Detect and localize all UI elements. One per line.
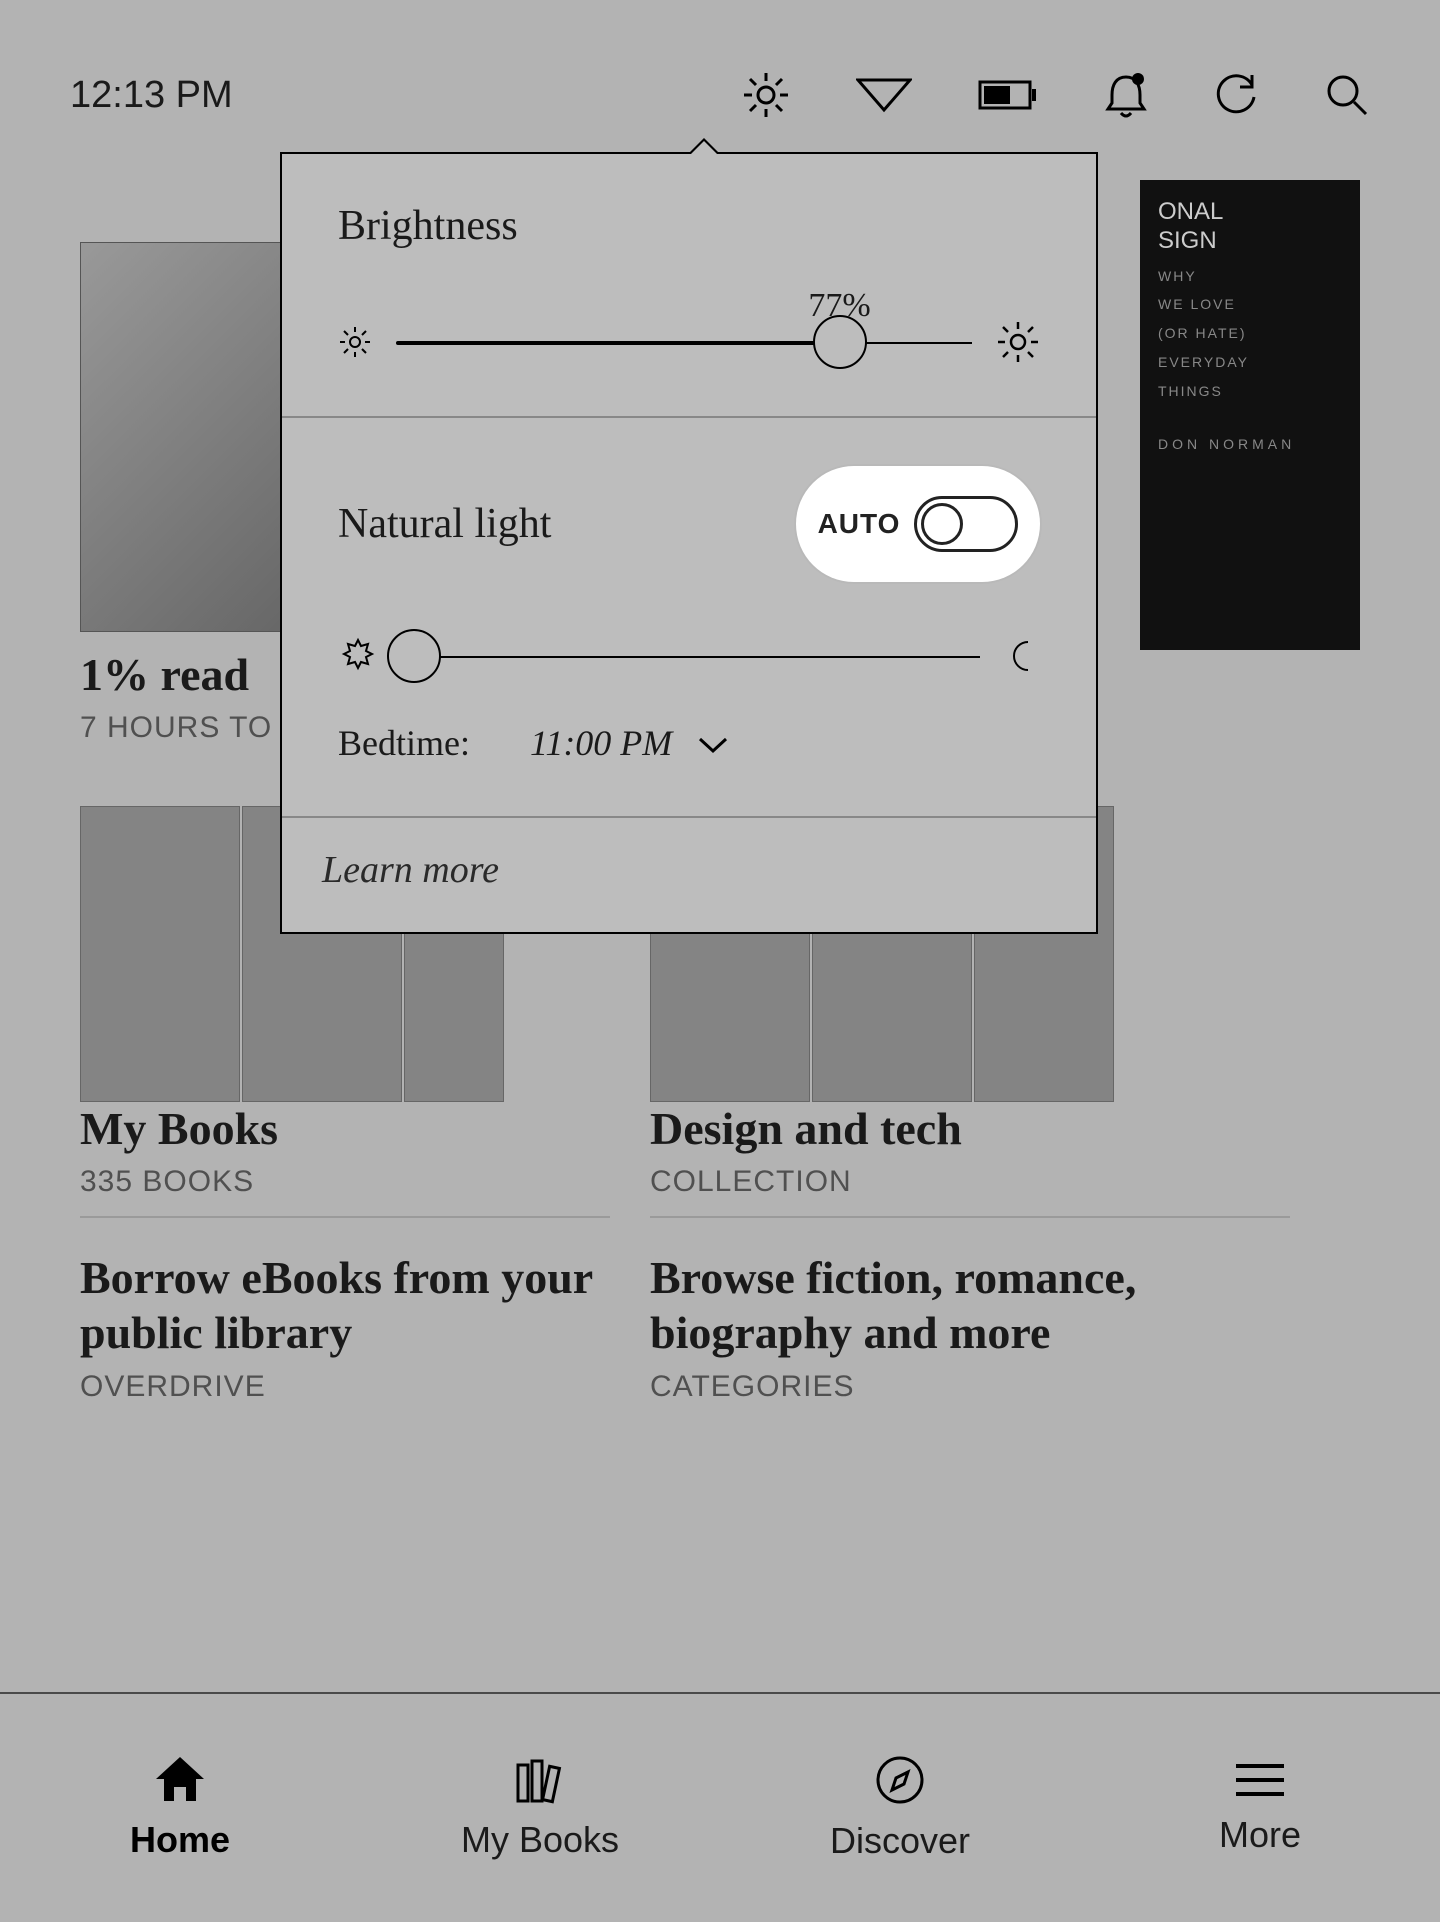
bottom-nav: Home My Books Discover Mor: [0, 1692, 1440, 1922]
brightness-section: Brightness 77%: [282, 154, 1096, 416]
status-bar: 12:13 PM: [0, 60, 1440, 130]
nav-label: My Books: [461, 1819, 619, 1861]
wifi-icon[interactable]: [856, 76, 912, 114]
clock: 12:13 PM: [70, 74, 233, 117]
bg-cover-sub: EVERYDAY: [1158, 354, 1342, 371]
brightness-icon[interactable]: [742, 71, 790, 119]
card-subtitle: OVERDRIVE: [80, 1370, 610, 1404]
chevron-down-icon: [698, 722, 728, 764]
nav-discover[interactable]: Discover: [720, 1694, 1080, 1922]
sun-large-icon: [996, 320, 1040, 364]
slider-track[interactable]: 77%: [396, 341, 972, 344]
bg-cover-author: DON NORMAN: [1158, 436, 1342, 453]
slider-track[interactable]: [402, 655, 980, 658]
toggle-switch[interactable]: [914, 496, 1018, 552]
book-cover-current[interactable]: [80, 242, 300, 632]
battery-icon[interactable]: [978, 78, 1038, 112]
nav-home[interactable]: Home: [0, 1694, 360, 1922]
sun-outline-icon: [338, 636, 378, 676]
book-cover-background: ONAL SIGN WHY WE LOVE (OR HATE) EVERYDAY…: [1140, 180, 1360, 650]
bg-cover-line: SIGN: [1158, 227, 1342, 256]
natural-light-section: Natural light AUTO: [282, 418, 1096, 816]
divider: [650, 1216, 1290, 1218]
slider-line: [402, 656, 980, 658]
compass-icon: [874, 1754, 926, 1806]
slider-thumb[interactable]: [813, 315, 867, 369]
sync-icon[interactable]: [1214, 73, 1258, 117]
slider-thumb[interactable]: [387, 629, 441, 683]
collection-subtitle: COLLECTION: [650, 1165, 962, 1199]
nav-my-books[interactable]: My Books: [360, 1694, 720, 1922]
moon-icon: [1004, 638, 1040, 674]
card-title-line: public library: [80, 1305, 610, 1360]
menu-icon: [1232, 1760, 1288, 1800]
learn-more-link[interactable]: Learn more: [282, 818, 1096, 932]
learn-more-label: Learn more: [322, 849, 499, 891]
books-icon: [510, 1755, 570, 1805]
nav-label: Discover: [830, 1820, 970, 1862]
collection-section[interactable]: Design and tech COLLECTION: [650, 1102, 962, 1199]
my-books-count: 335 BOOKS: [80, 1165, 278, 1199]
natural-light-title: Natural light: [338, 500, 551, 548]
my-books-section[interactable]: My Books 335 BOOKS: [80, 1102, 278, 1199]
brightness-title: Brightness: [338, 202, 1040, 250]
card-subtitle: CATEGORIES: [650, 1370, 1180, 1404]
bg-cover-line: ONAL: [1158, 198, 1342, 227]
toggle-knob: [921, 503, 963, 545]
home-icon: [152, 1755, 208, 1805]
bedtime-value: 11:00 PM: [530, 722, 672, 764]
bg-cover-sub: WE LOVE: [1158, 296, 1342, 313]
nav-label: More: [1219, 1814, 1301, 1856]
bg-cover-sub: (OR HATE): [1158, 325, 1342, 342]
card-title-line: Browse fiction, romance,: [650, 1250, 1180, 1305]
brightness-slider[interactable]: 77%: [338, 320, 1040, 364]
sun-small-icon: [338, 325, 372, 359]
categories-card[interactable]: Browse fiction, romance, biography and m…: [650, 1250, 1180, 1404]
brightness-popover: Brightness 77%: [280, 152, 1098, 934]
book-cover[interactable]: [80, 806, 240, 1102]
divider: [80, 1216, 610, 1218]
overdrive-card[interactable]: Borrow eBooks from your public library O…: [80, 1250, 610, 1404]
card-title-line: biography and more: [650, 1305, 1180, 1360]
nav-label: Home: [130, 1819, 230, 1861]
auto-label: AUTO: [818, 508, 901, 540]
card-title-line: Borrow eBooks from your: [80, 1250, 610, 1305]
bedtime-label: Bedtime:: [338, 722, 470, 764]
my-books-title: My Books: [80, 1102, 278, 1155]
natural-light-slider[interactable]: [338, 636, 1040, 676]
status-icons: [742, 71, 1370, 119]
auto-toggle-pill[interactable]: AUTO: [796, 466, 1040, 582]
bedtime-row[interactable]: Bedtime: 11:00 PM: [338, 722, 1040, 764]
slider-fill: [396, 341, 840, 345]
nav-more[interactable]: More: [1080, 1694, 1440, 1922]
bell-icon[interactable]: [1104, 71, 1148, 119]
bg-cover-sub: WHY: [1158, 268, 1342, 285]
bg-cover-sub: THINGS: [1158, 383, 1342, 400]
collection-title: Design and tech: [650, 1102, 962, 1155]
search-icon[interactable]: [1324, 72, 1370, 118]
